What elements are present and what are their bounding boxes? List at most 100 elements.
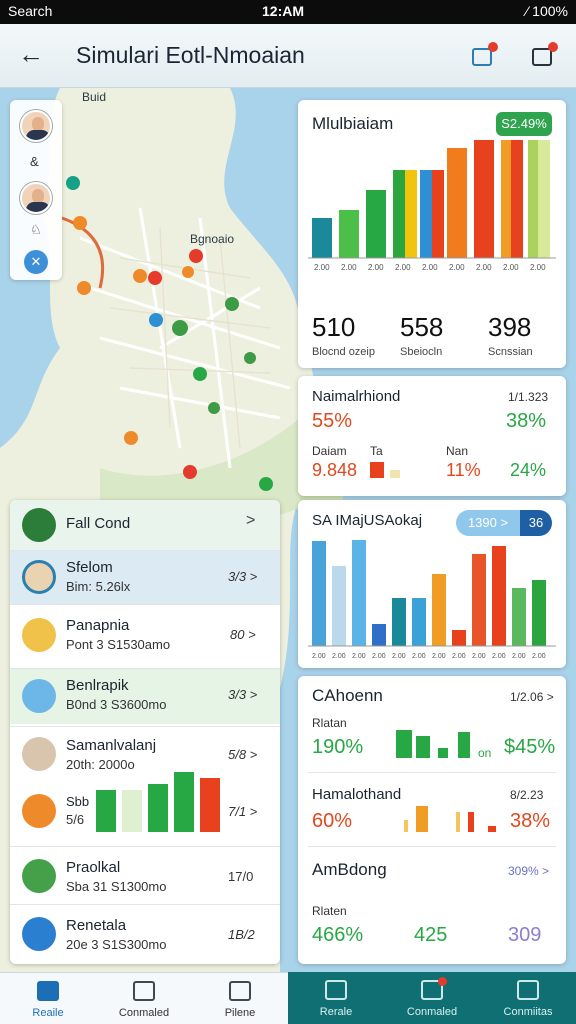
bar [432,170,444,258]
metric-pct-left: 190% [312,736,364,758]
edit-icon[interactable] [530,42,558,68]
metric-pct-left: 466% [312,924,364,946]
bar [472,554,486,646]
bar [432,574,446,646]
avatar [22,508,56,542]
stat-value: 398 [488,312,532,342]
tick-label: 2.00 [532,653,546,660]
tick-label: 2.00 [368,263,384,272]
list-icon [22,917,56,951]
list-item-title: Renetala [66,917,127,934]
stats-card[interactable]: Mlulbiaiam S2.49% 2.00 2.00 2.00 2.00 2.00 2.… [298,100,566,368]
card-right-label[interactable]: 1/2.06 > [510,690,554,704]
tick-label: 2.00 [332,653,346,660]
card-title: Naimalrhiond [312,388,401,405]
tick-label: 2.00 [314,263,330,272]
nav-home[interactable]: Reaile [0,973,96,1024]
nav-left-group: Reaile Conmaled Pilene [0,972,288,1024]
map-label-mid: Bgnoaio [190,232,235,246]
status-battery: ⁄ 100% [525,3,568,19]
bar [538,140,550,258]
list-item-title: Panapnia [66,617,130,634]
mini-bar [438,748,448,758]
list-item[interactable]: Renetala 20e 3 S1S300mo 1B/2 [10,904,280,964]
map-side-rail: & ♘ ✕ [10,100,62,280]
metric-pct-right: 309 [508,924,542,946]
home-icon [325,980,347,1000]
tick-label: 2.00 [432,653,446,660]
list-item[interactable]: Praolkal Sba 31 S1300mo 17/0 [10,846,280,904]
bar [312,541,326,646]
nav-route[interactable]: Rerale [288,972,384,1024]
bar [366,190,386,258]
status-badge: S2.49% [496,112,552,136]
status-time: 12:AM [262,3,305,19]
avatar[interactable] [20,182,52,214]
avatar[interactable] [20,110,52,142]
card-title: SA IMajUSAokaj [312,512,423,529]
rail-glyph-1: & [30,154,39,169]
mini-bar [458,732,470,758]
list-item-value: 1B/2 [228,927,255,942]
tick-label: 2.00 [352,653,366,660]
chat-icon[interactable] [470,42,498,68]
list-item-value: 3/3 > [228,687,258,702]
list-item-sub: Sba 31 S1300mo [66,879,167,894]
nav-connected[interactable]: Conmaled [96,973,192,1024]
list-item-title: Sbb [66,794,90,809]
row-label: Ta [370,444,383,458]
summary-card[interactable]: Naimalrhiond 1/1.323 55% 38% Daiam Ta Na… [298,376,566,496]
page-title: Simulari Eotl-Nmoaian [76,42,305,68]
list-header[interactable]: Fall Cond > [10,500,280,550]
pct-right: 38% [506,410,547,432]
bar [174,772,194,832]
stat-value: 558 [400,312,444,342]
back-button[interactable]: ← [18,41,50,70]
tick-label: 2.00 [412,653,426,660]
list-item-value: 5/8 > [228,747,258,762]
bar [372,624,386,646]
card-title: Mlulbiaiam [312,114,394,133]
car-icon [22,560,56,594]
metric-label: Rlaten [312,904,347,918]
chart-card[interactable]: SA IMajUSAokaj 1390 > 36 2.00 2.00 2.00 2.0… [298,500,566,668]
avatar [22,859,56,893]
list-item[interactable]: Panapnia Pont 3 S1530amo 80 > [10,604,280,664]
bar-chart: 2.00 2.00 2.00 2.00 2.00 2.00 2.00 2.00 2.00 [308,140,556,272]
list-item-sub: 20e 3 S1S300mo [66,937,167,952]
nav-label: Conmaled [406,1006,458,1018]
place-list: Fall Cond > Sfelom Bim: 5.26lx 3/3 > Pan… [10,500,280,964]
nav-connected-alt[interactable]: Conmaled [384,972,480,1024]
tick-label: 2.00 [512,653,526,660]
metrics-card[interactable]: CAhoenn 1/2.06 > Rlatan 190% on $45% Ham… [298,676,566,964]
avatar [22,679,56,713]
list-item[interactable]: Sfelom Bim: 5.26lx 3/3 > [10,550,280,604]
list-item-sub: Pont 3 S1530amo [66,637,171,652]
bar [96,790,116,832]
notification-dot [438,977,447,986]
mini-bar [370,462,384,478]
nav-community[interactable]: Conmiitas [480,972,576,1024]
toggle-right[interactable]: 36 [520,510,552,536]
mini-bar-chart [96,772,220,832]
stat-caption: Sbeiocln [400,346,443,358]
list-item[interactable]: Benlrapik B0nd 3 S3600mo 3/3 > [10,668,280,724]
rail-glyph-2: ♘ [30,222,42,237]
bar [392,598,406,646]
metric-right-label[interactable]: 309% > [508,864,549,878]
card-title: CAhoenn [312,686,383,705]
nav-profile[interactable]: Pilene [192,973,288,1024]
tools-icon[interactable]: ✕ [24,250,48,274]
toggle-left[interactable]: 1390 > [456,510,520,536]
list-item-sub: B0nd 3 S3600mo [66,697,167,712]
list-item[interactable]: Sbb 5/6 7/1 > [10,772,280,844]
tick-label: 2.00 [476,263,492,272]
list-item-value: 80 > [230,627,256,642]
stat-value: 510 [312,312,356,342]
metric-pct-left: 60% [312,810,353,832]
list-header-title: Fall Cond [66,515,131,532]
document-icon [517,980,539,1000]
bar [148,784,168,832]
list-item-sub: Bim: 5.26lx [66,579,131,594]
mini-bar [416,736,430,758]
